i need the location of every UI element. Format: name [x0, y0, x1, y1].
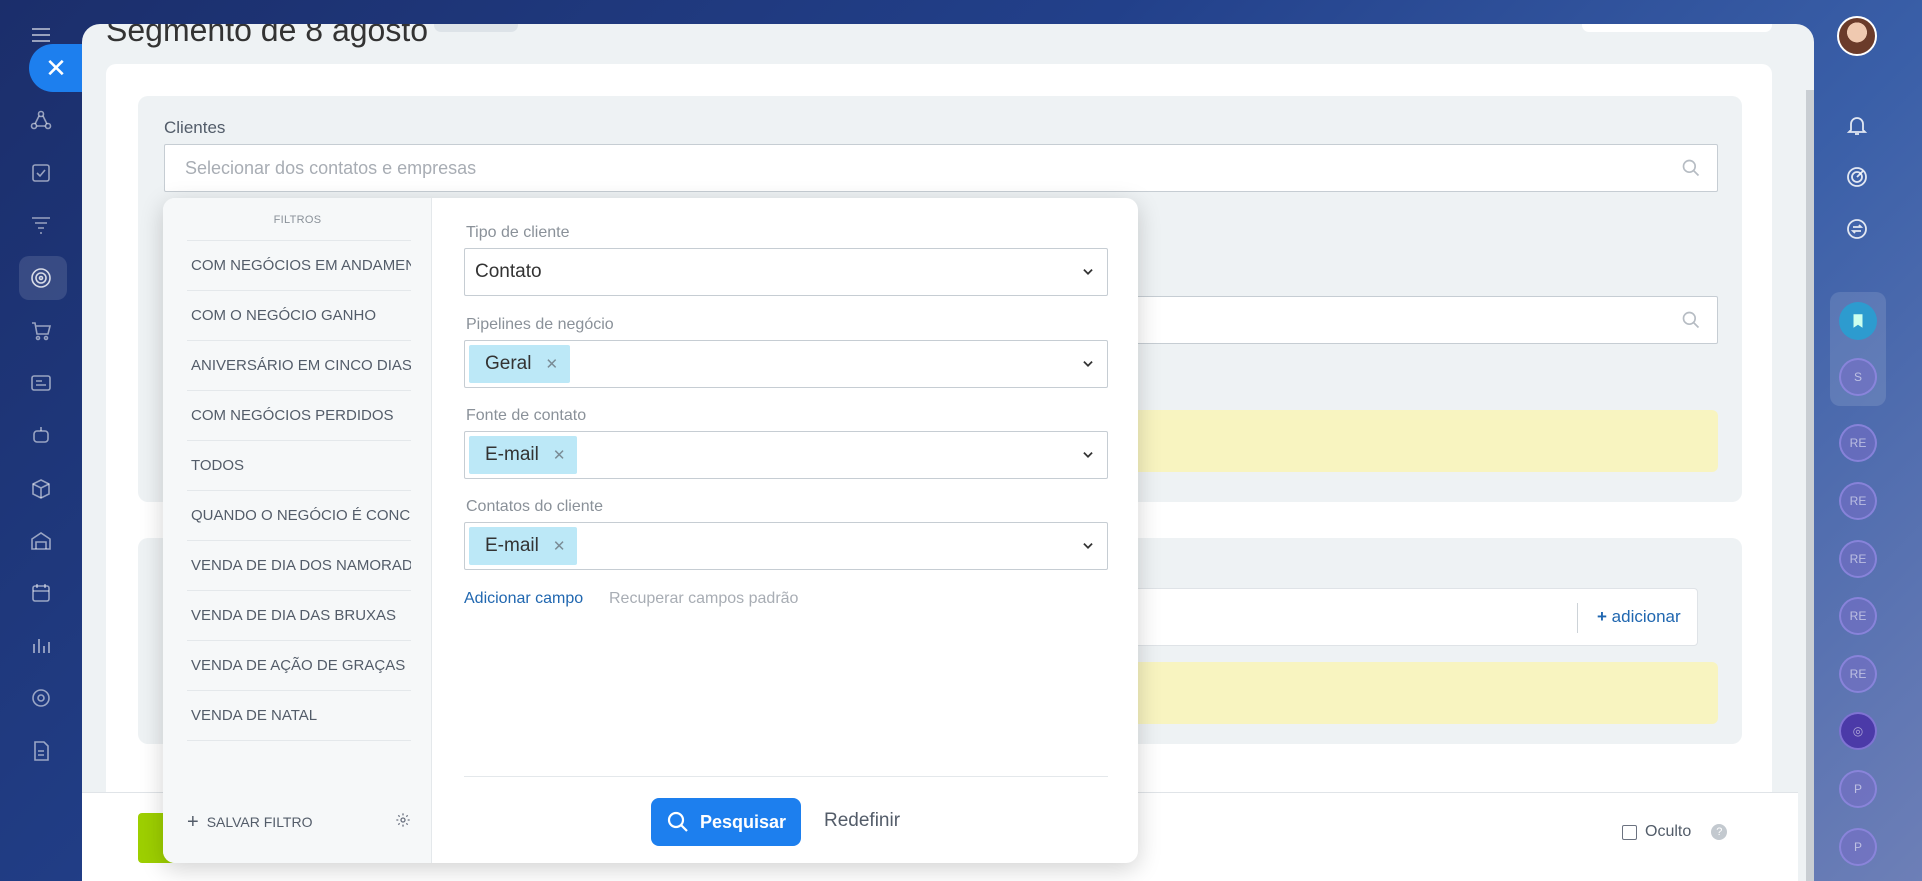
bell-icon[interactable]: [1840, 108, 1874, 142]
rail-contact[interactable]: S: [1839, 358, 1877, 396]
target-icon[interactable]: [1840, 160, 1874, 194]
rail-contact[interactable]: P: [1839, 770, 1877, 808]
remove-tag-icon[interactable]: ✕: [545, 355, 558, 373]
hidden-checkbox[interactable]: [1622, 824, 1637, 840]
divider: [464, 776, 1108, 777]
rail-contact[interactable]: RE: [1839, 655, 1877, 693]
clients-placeholder: Selecionar dos contatos e empresas: [185, 157, 477, 178]
notice-box: [1128, 662, 1718, 724]
contact-source-select[interactable]: E-mail ✕: [464, 431, 1108, 479]
search-button-label: Pesquisar: [699, 811, 787, 832]
help-icon[interactable]: ?: [1711, 824, 1728, 840]
rail-chat-icon[interactable]: ◎: [1839, 712, 1877, 750]
chevron-down-icon: [1083, 543, 1093, 549]
filter-preset-item[interactable]: COM NEGÓCIOS EM ANDAMENTO: [187, 241, 411, 291]
filter-preset-item[interactable]: QUANDO O NEGÓCIO É CONCLUÍDO: [187, 491, 411, 541]
client-contacts-tag-label: E-mail: [485, 535, 539, 556]
save-filter-button[interactable]: + SALVAR FILTRO: [187, 812, 313, 832]
scrollbar[interactable]: [1806, 90, 1814, 881]
client-type-value: Contato: [475, 261, 542, 282]
clients-search-input[interactable]: Selecionar dos contatos e empresas: [164, 144, 1718, 192]
filter-fields-panel: Tipo de cliente Contato Pipelines de neg…: [432, 198, 1138, 863]
chevron-down-icon: [1083, 452, 1093, 458]
calendar-icon[interactable]: [26, 578, 56, 608]
box-icon[interactable]: [26, 474, 56, 504]
save-filter-label: SALVAR FILTRO: [206, 814, 313, 830]
chart-icon[interactable]: [26, 630, 56, 660]
client-contacts-select[interactable]: E-mail ✕: [464, 522, 1108, 570]
bookmark-icon[interactable]: [1839, 302, 1877, 340]
client-type-label: Tipo de cliente: [466, 224, 570, 241]
document-icon[interactable]: [26, 736, 56, 766]
filter-preset-item[interactable]: COM O NEGÓCIO GANHO: [187, 291, 411, 341]
rail-contact[interactable]: RE: [1839, 482, 1877, 520]
page-title: Segmento de 8 agosto: [106, 24, 429, 48]
contact-source-label: Fonte de contato: [466, 407, 587, 424]
avatar[interactable]: [1837, 16, 1877, 56]
hidden-label: Oculto: [1645, 823, 1692, 840]
filter-preset-item[interactable]: VENDA DE DIA DOS NAMORADOS: [187, 541, 411, 591]
client-contacts-label: Contatos do cliente: [466, 498, 603, 515]
rail-contact[interactable]: RE: [1839, 597, 1877, 635]
filter-preset-item[interactable]: VENDA DE NATAL: [187, 691, 411, 741]
remove-tag-icon[interactable]: ✕: [553, 537, 566, 555]
search-icon: [1682, 159, 1700, 177]
target-icon[interactable]: [26, 263, 56, 293]
add-field-link[interactable]: Adicionar campo: [464, 590, 583, 608]
notice-box: [1128, 410, 1718, 472]
filter-popup: FILTROS COM NEGÓCIOS EM ANDAMENTO COM O …: [163, 198, 1138, 863]
close-icon: ✕: [45, 52, 67, 83]
hidden-toggle[interactable]: Oculto ?: [1622, 823, 1728, 841]
filters-title: FILTROS: [273, 214, 322, 226]
rail-contact[interactable]: P: [1839, 828, 1877, 866]
client-contacts-tag: E-mail ✕: [469, 527, 578, 565]
clients-label: Clientes: [164, 118, 226, 137]
contact-source-tag: E-mail ✕: [469, 436, 578, 474]
funnel-icon[interactable]: [26, 210, 56, 240]
filter-preset-item[interactable]: VENDA DE DIA DAS BRUXAS: [187, 591, 411, 641]
pipelines-select[interactable]: Geral ✕: [464, 340, 1108, 388]
tasks-icon[interactable]: [26, 158, 56, 188]
warehouse-icon[interactable]: [26, 526, 56, 556]
card-icon[interactable]: [26, 368, 56, 398]
search-button[interactable]: Pesquisar: [651, 798, 801, 846]
filter-preset-item[interactable]: COM NEGÓCIOS PERDIDOS: [187, 391, 411, 441]
pipelines-label: Pipelines de negócio: [466, 316, 614, 333]
chevron-down-icon: [1083, 361, 1093, 367]
right-rail: S RE RE RE RE RE ◎ P P: [1818, 0, 1922, 881]
filter-preset-list: COM NEGÓCIOS EM ANDAMENTO COM O NEGÓCIO …: [187, 240, 411, 741]
rail-contact[interactable]: RE: [1839, 424, 1877, 462]
remove-tag-icon[interactable]: ✕: [553, 446, 566, 464]
add-button-label: adicionar: [1611, 607, 1681, 626]
restore-default-fields-link[interactable]: Recuperar campos padrão: [609, 590, 798, 608]
settings-icon[interactable]: [26, 683, 56, 713]
search-icon: [667, 811, 688, 832]
cart-icon[interactable]: [26, 316, 56, 346]
add-box: + adicionar: [1128, 588, 1698, 646]
header-control: [1582, 24, 1772, 32]
secondary-search-input[interactable]: [1128, 296, 1718, 344]
pipeline-tag: Geral ✕: [469, 345, 571, 383]
add-button[interactable]: + adicionar: [1597, 607, 1681, 627]
filter-preset-item[interactable]: VENDA DE AÇÃO DE GRAÇAS: [187, 641, 411, 691]
plus-icon: +: [187, 811, 199, 833]
search-icon: [1682, 311, 1700, 329]
filter-preset-item[interactable]: ANIVERSÁRIO EM CINCO DIAS: [187, 341, 411, 391]
rail-contact[interactable]: RE: [1839, 540, 1877, 578]
robot-icon[interactable]: [26, 420, 56, 450]
close-button[interactable]: ✕: [29, 44, 83, 92]
pipeline-tag-label: Geral: [485, 353, 532, 374]
sync-icon[interactable]: [1840, 212, 1874, 246]
reset-button[interactable]: Redefinir: [824, 810, 900, 832]
title-badge: [434, 24, 518, 32]
contact-source-tag-label: E-mail: [485, 444, 539, 465]
network-icon[interactable]: [26, 106, 56, 136]
filter-preset-item[interactable]: TODOS: [187, 441, 411, 491]
chevron-down-icon: [1083, 269, 1093, 275]
left-navigation: ✕: [0, 0, 83, 881]
divider: [1577, 603, 1578, 633]
client-type-select[interactable]: Contato: [464, 248, 1108, 296]
gear-icon[interactable]: [395, 812, 411, 828]
filter-presets-sidebar: FILTROS COM NEGÓCIOS EM ANDAMENTO COM O …: [163, 198, 432, 863]
